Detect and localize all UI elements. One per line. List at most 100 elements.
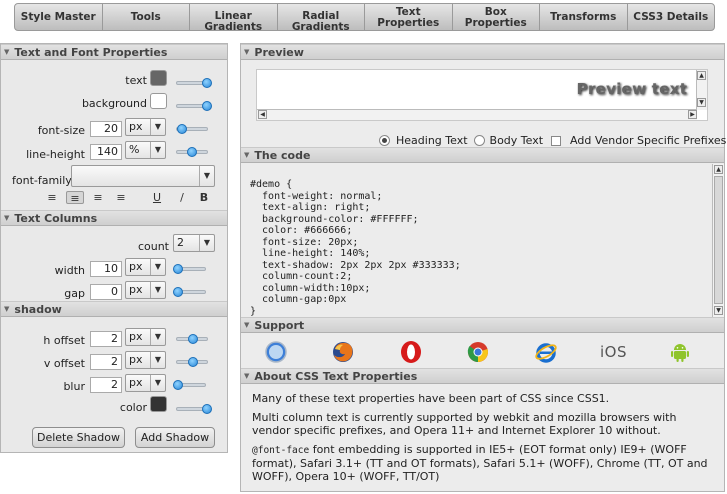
text-columns-header[interactable]: ▼ Text Columns	[1, 210, 227, 226]
code-header[interactable]: ▼ The code	[241, 147, 724, 163]
blur-input[interactable]: 2	[90, 377, 122, 393]
slider-knob[interactable]	[202, 101, 212, 111]
code-output[interactable]: #demo { font-weight: normal; text-align:…	[250, 179, 461, 317]
body-text-radio[interactable]	[473, 135, 485, 146]
align-right-icon[interactable]: ≡	[89, 191, 107, 204]
count-label: count	[137, 240, 169, 253]
select-value: 2	[177, 236, 184, 249]
slider-knob[interactable]	[173, 264, 183, 274]
blur-label: blur	[63, 380, 85, 393]
column-width-slider[interactable]	[173, 264, 206, 274]
safari-icon	[265, 341, 287, 363]
collapse-triangle-icon: ▼	[244, 321, 250, 329]
heading-text-radio[interactable]	[379, 135, 390, 146]
tab-css3-details[interactable]: CSS3 Details	[628, 4, 715, 30]
scroll-down-icon[interactable]: ▼	[714, 306, 723, 315]
collapse-triangle-icon: ▼	[244, 372, 250, 380]
tab-style-master[interactable]: Style Master	[15, 4, 103, 30]
blur-slider[interactable]	[173, 380, 206, 390]
column-gap-unit-select[interactable]: px ▼	[125, 281, 166, 299]
slider-knob[interactable]	[202, 404, 212, 414]
column-count-select[interactable]: 2 ▼	[173, 234, 215, 252]
align-left-icon[interactable]: ≡	[43, 191, 61, 204]
delete-shadow-button[interactable]: Delete Shadow	[32, 427, 125, 448]
preview-horizontal-scrollbar[interactable]: ◀ ▶	[257, 109, 697, 120]
background-color-swatch[interactable]	[150, 93, 167, 109]
tab-box-properties[interactable]: Box Properties	[453, 4, 540, 30]
about-header[interactable]: ▼ About CSS Text Properties	[241, 368, 724, 384]
tab-linear-gradients[interactable]: Linear Gradients	[190, 4, 278, 30]
code-scrollbar[interactable]: ▲ ▼	[712, 164, 724, 317]
slider-knob[interactable]	[173, 380, 183, 390]
line-height-unit-select[interactable]: % ▼	[125, 141, 166, 159]
firefox-icon	[333, 342, 353, 362]
tab-text-properties[interactable]: Text Properties	[365, 4, 453, 30]
scroll-up-icon[interactable]: ▲	[714, 165, 723, 174]
vendor-prefix-checkbox[interactable]	[551, 135, 562, 146]
v-offset-slider[interactable]	[176, 357, 208, 367]
slider-knob[interactable]	[202, 78, 212, 88]
bold-button[interactable]: B	[195, 191, 213, 204]
about-paragraph: Multi column text is currently supported…	[252, 411, 677, 437]
h-offset-unit-select[interactable]: px ▼	[125, 328, 166, 346]
align-center-icon[interactable]: ≡	[66, 191, 84, 205]
underline-button[interactable]: U	[148, 191, 166, 204]
scroll-right-icon[interactable]: ▶	[688, 110, 697, 119]
italic-button[interactable]: /	[173, 191, 191, 204]
background-slider[interactable]	[176, 101, 212, 111]
text-font-header[interactable]: ▼ Text and Font Properties	[1, 44, 227, 60]
v-offset-unit-select[interactable]: px ▼	[125, 351, 166, 369]
collapse-triangle-icon: ▼	[4, 305, 10, 313]
section-title: The code	[254, 148, 311, 162]
scroll-down-icon[interactable]: ▼	[697, 98, 706, 107]
h-offset-label: h offset	[43, 334, 85, 347]
slider-knob[interactable]	[187, 147, 197, 157]
preview-header[interactable]: ▼ Preview	[241, 44, 724, 60]
shadow-header[interactable]: ▼ shadow	[1, 301, 227, 317]
gap-label: gap	[64, 287, 85, 300]
line-height-slider[interactable]	[176, 147, 208, 157]
text-color-slider[interactable]	[176, 78, 212, 88]
preview-vertical-scrollbar[interactable]: ▲ ▼	[696, 70, 707, 110]
font-face-text: font embedding is supported in IE5+ (EOT…	[252, 443, 708, 483]
font-family-select[interactable]: ▼	[71, 165, 215, 187]
align-justify-icon[interactable]: ≡	[112, 191, 130, 204]
select-value: px	[129, 120, 143, 133]
collapse-triangle-icon: ▼	[4, 48, 10, 56]
about-paragraph: Many of these text properties have been …	[252, 392, 610, 405]
tab-tools[interactable]: Tools	[103, 4, 190, 30]
column-gap-slider[interactable]	[173, 287, 206, 297]
radio-dot-icon	[382, 138, 387, 143]
collapse-triangle-icon: ▼	[4, 214, 10, 222]
slider-knob[interactable]	[177, 124, 187, 134]
v-offset-input[interactable]: 2	[90, 354, 122, 370]
scroll-up-icon[interactable]: ▲	[697, 71, 706, 80]
tab-radial-gradients[interactable]: Radial Gradients	[278, 4, 365, 30]
line-height-label: line-height	[26, 148, 85, 161]
scroll-thumb[interactable]	[714, 176, 723, 304]
slider-knob[interactable]	[188, 334, 198, 344]
chevron-down-icon: ▼	[199, 235, 214, 251]
font-size-slider[interactable]	[176, 124, 208, 134]
font-family-label: font-family	[12, 174, 72, 187]
font-size-input[interactable]: 20	[90, 121, 122, 137]
font-size-unit-select[interactable]: px ▼	[125, 118, 166, 136]
slider-knob[interactable]	[173, 287, 183, 297]
column-gap-input[interactable]: 0	[90, 284, 122, 300]
line-height-input[interactable]: 140	[90, 144, 122, 160]
section-title: shadow	[14, 302, 62, 316]
text-color-swatch[interactable]	[150, 70, 167, 86]
h-offset-slider[interactable]	[176, 334, 208, 344]
shadow-color-slider[interactable]	[176, 404, 212, 414]
chevron-down-icon: ▼	[150, 119, 165, 135]
column-width-unit-select[interactable]: px ▼	[125, 258, 166, 276]
h-offset-input[interactable]: 2	[90, 331, 122, 347]
blur-unit-select[interactable]: px ▼	[125, 374, 166, 392]
shadow-color-swatch[interactable]	[150, 396, 167, 412]
tab-transforms[interactable]: Transforms	[540, 4, 628, 30]
support-header[interactable]: ▼ Support	[241, 317, 724, 333]
column-width-input[interactable]: 10	[90, 261, 122, 277]
scroll-left-icon[interactable]: ◀	[258, 110, 267, 119]
add-shadow-button[interactable]: Add Shadow	[135, 427, 215, 448]
slider-knob[interactable]	[188, 357, 198, 367]
